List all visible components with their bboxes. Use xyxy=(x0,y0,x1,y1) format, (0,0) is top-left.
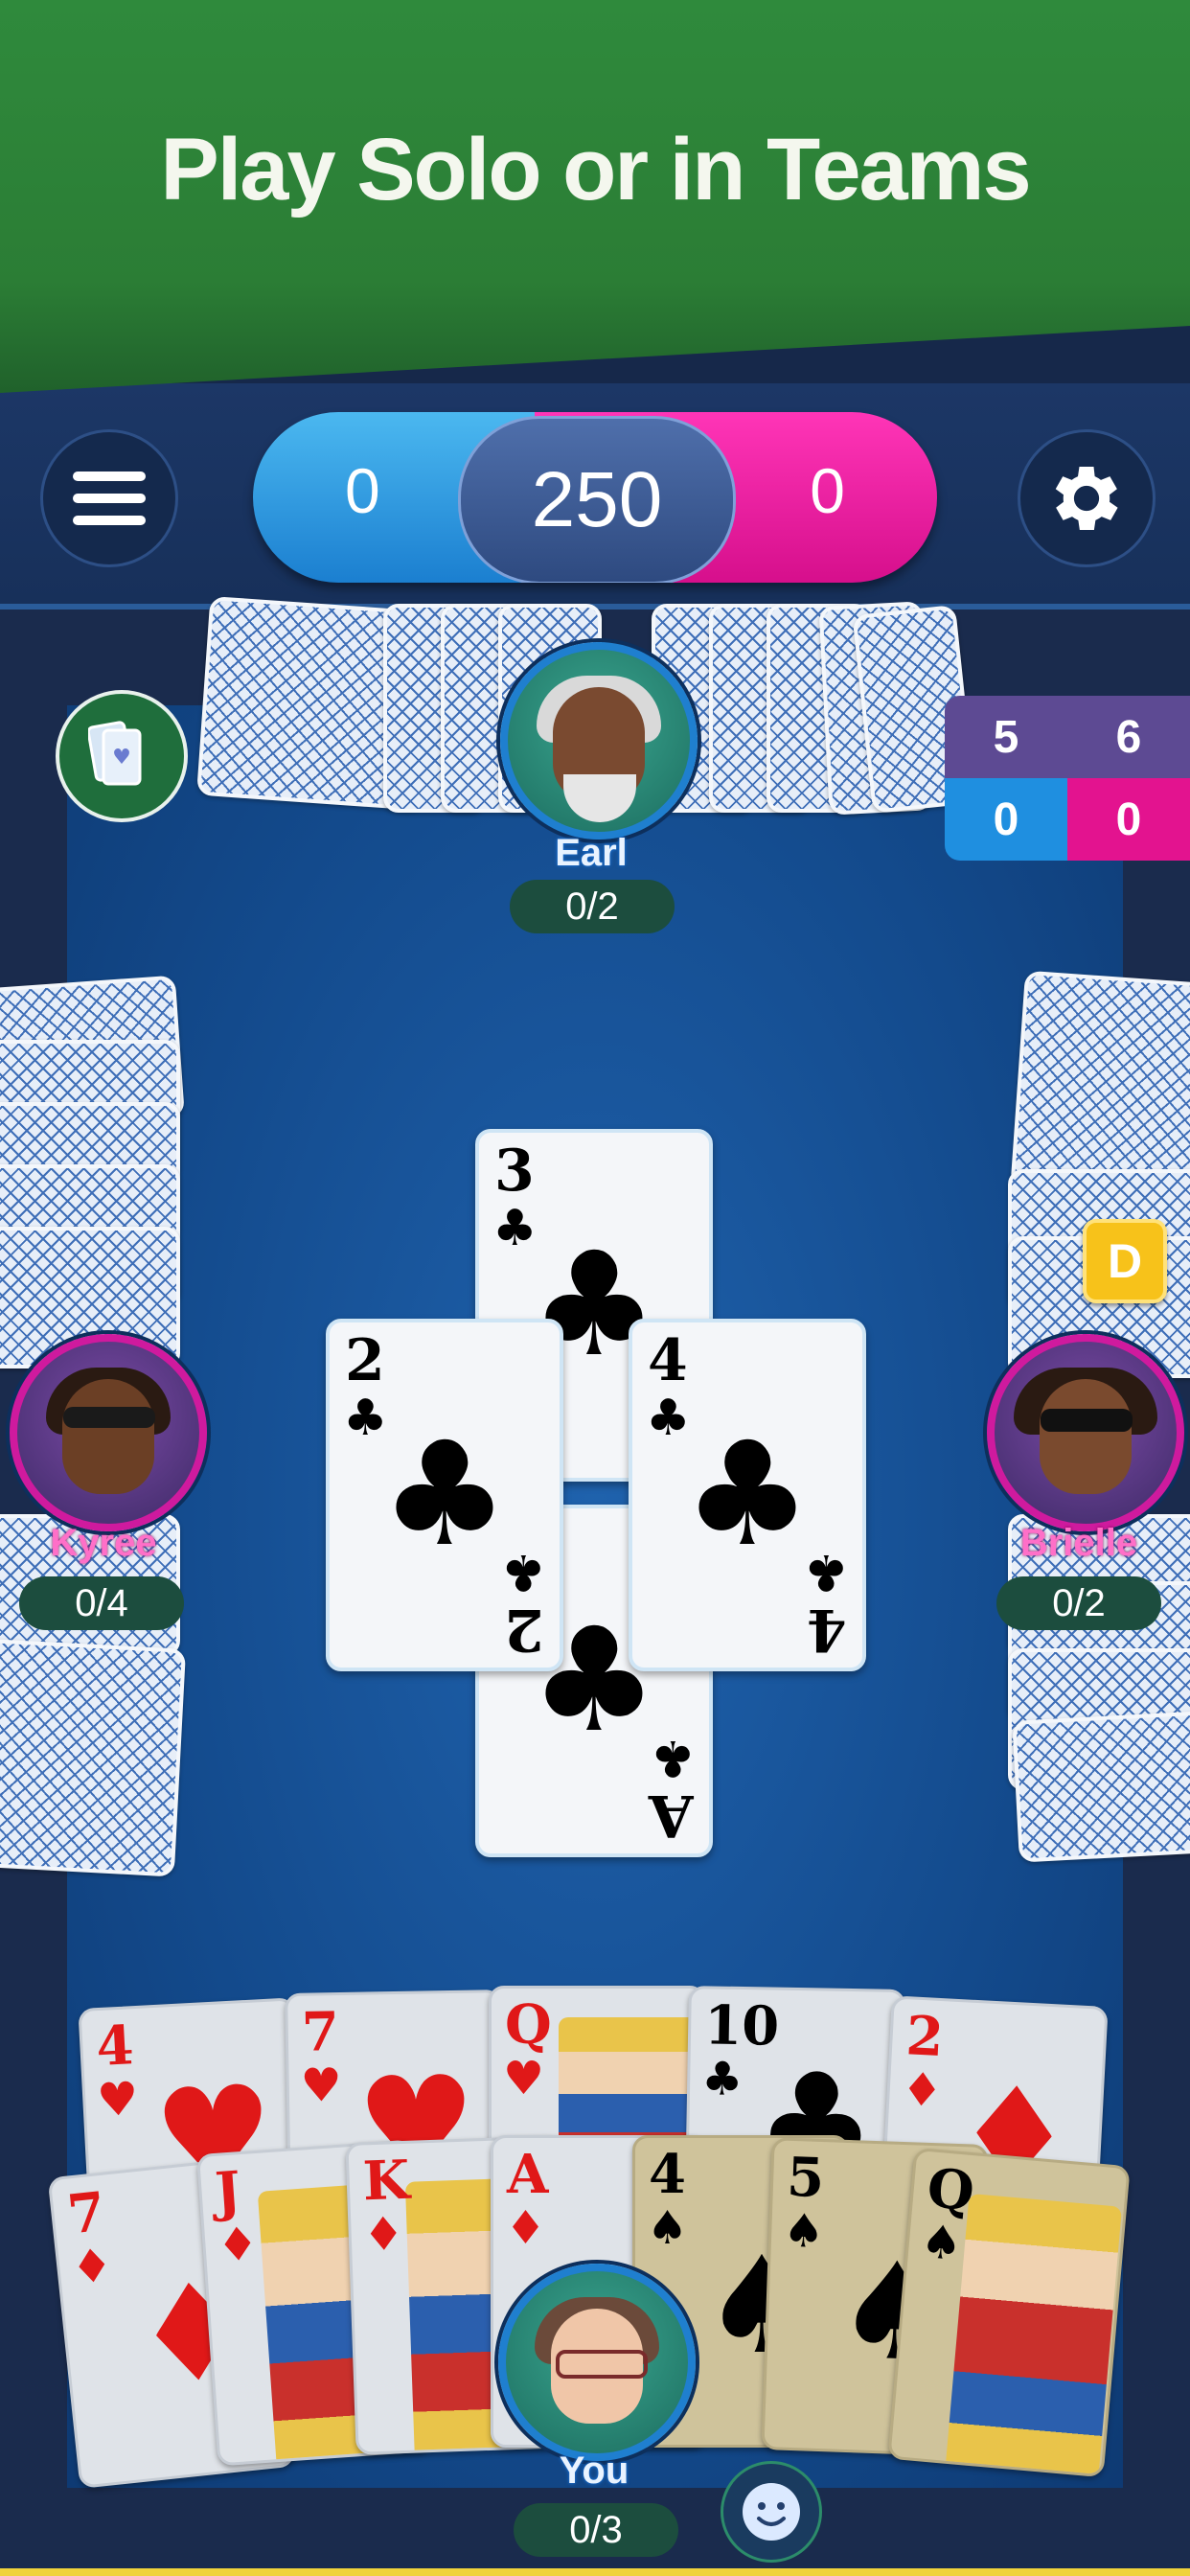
settings-button[interactable] xyxy=(1018,429,1156,567)
team-blue-tricks: 0 xyxy=(945,778,1067,861)
cards-icon: ♥ xyxy=(88,721,142,786)
score-bar: 0 0 250 xyxy=(253,412,937,583)
target-score: 250 xyxy=(458,416,736,583)
sunglasses xyxy=(1041,1409,1133,1432)
queen-art xyxy=(944,2193,1123,2478)
tricks-north: 0/2 xyxy=(510,880,675,933)
trick-card-east: 4 ♣ ♣ ♣ 4 xyxy=(629,1319,866,1671)
deck-button[interactable]: ♥ xyxy=(56,690,188,822)
smiley-icon xyxy=(743,2483,800,2541)
trick-card-west: 2 ♣ ♣ ♣ 2 xyxy=(326,1319,563,1671)
player-name-west: Kyree xyxy=(50,1522,157,1564)
tricks-west: 0/4 xyxy=(19,1576,184,1630)
player-name-north: Earl xyxy=(555,832,628,874)
team-tricks-table: 5 6 0 0 xyxy=(945,696,1190,861)
hand-card[interactable]: Q ♠ xyxy=(887,2147,1131,2478)
glasses xyxy=(556,2350,648,2379)
tricks-east: 0/2 xyxy=(996,1576,1161,1630)
team-blue-bid: 5 xyxy=(945,696,1067,778)
player-name-east: Brielle xyxy=(1019,1522,1138,1564)
avatar-kyree[interactable] xyxy=(10,1334,207,1531)
team-pink-score: 0 xyxy=(810,455,845,526)
svg-text:♥: ♥ xyxy=(112,746,131,770)
team-pink-bid: 6 xyxy=(1067,696,1190,778)
team-blue-score: 0 xyxy=(345,455,380,526)
card-back xyxy=(0,1638,187,1877)
avatar-you[interactable] xyxy=(498,2264,696,2461)
banner-title: Play Solo or in Teams xyxy=(160,121,1031,218)
hamburger-icon xyxy=(73,472,146,525)
tricks-south: 0/3 xyxy=(514,2503,678,2557)
gear-icon xyxy=(1055,467,1118,530)
sunglasses xyxy=(63,1407,155,1428)
bottom-accent-line xyxy=(0,2568,1190,2576)
beard xyxy=(563,774,636,822)
team-pink-tricks: 0 xyxy=(1067,778,1190,861)
player-name-south: You xyxy=(559,2450,629,2492)
card-back xyxy=(1012,1710,1190,1863)
menu-button[interactable] xyxy=(40,429,178,567)
promo-banner: Play Solo or in Teams xyxy=(0,0,1190,393)
avatar-brielle[interactable] xyxy=(987,1334,1184,1531)
card-back xyxy=(1010,970,1190,1204)
emoji-button[interactable] xyxy=(721,2461,822,2563)
dealer-badge: D xyxy=(1083,1219,1167,1303)
avatar-earl[interactable] xyxy=(500,642,698,840)
